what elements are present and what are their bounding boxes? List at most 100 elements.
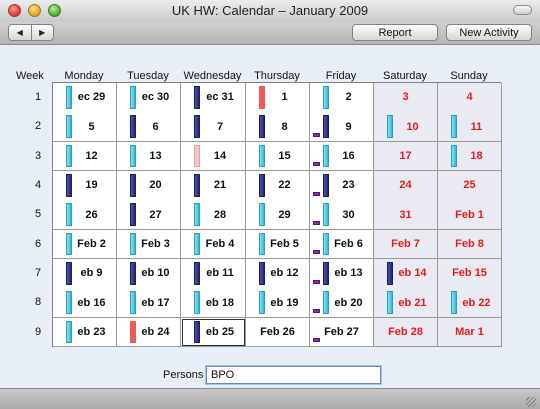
calendar-day-cell[interactable]: eb 16 [53, 288, 117, 319]
calendar-day-cell[interactable]: Feb 27 [310, 317, 374, 348]
calendar-day-cell[interactable]: eb 10 [117, 258, 181, 289]
calendar-day-cell[interactable]: 27 [117, 200, 181, 231]
calendar-day-cell[interactable]: eb 19 [246, 288, 310, 319]
persons-label: Persons [163, 369, 204, 381]
calendar-day-cell[interactable]: 19 [53, 170, 117, 201]
calendar-day-cell[interactable]: Feb 15 [438, 258, 502, 289]
calendar-day-cell[interactable]: Feb 26 [246, 317, 310, 348]
day-date-label: 19 [85, 179, 98, 192]
calendar-day-cell[interactable]: 17 [374, 141, 438, 172]
calendar-day-cell[interactable]: ec 30 [117, 83, 181, 113]
calendar-day-cell[interactable]: ec 29 [53, 83, 117, 113]
calendar-day-cell[interactable]: eb 21 [374, 288, 438, 319]
calendar-day-cell[interactable]: Feb 6 [310, 229, 374, 260]
day-date-label: Feb 8 [455, 238, 484, 251]
day-header-thursday: Thursday [254, 70, 300, 82]
calendar-day-cell[interactable]: 22 [246, 170, 310, 201]
calendar-day-cell[interactable]: eb 9 [53, 258, 117, 289]
calendar-day-cell[interactable]: 30 [310, 200, 374, 231]
calendar-day-cell[interactable]: 29 [246, 200, 310, 231]
calendar-day-cell[interactable]: 13 [117, 141, 181, 172]
calendar-day-cell[interactable]: 6 [117, 112, 181, 143]
calendar-day-cell[interactable]: Feb 28 [374, 317, 438, 348]
calendar-day-cell[interactable]: 26 [53, 200, 117, 231]
calendar-day-cell[interactable]: 5 [53, 112, 117, 143]
day-date-label: 21 [213, 179, 227, 192]
calendar-grid: ec 29 ec 30 ec 31 1 2 3 4 5 6 7 8 9 10 11 12 13 14 15 16 17… [52, 82, 502, 348]
day-date-label: 13 [149, 150, 162, 163]
calendar-day-cell[interactable]: 25 [438, 170, 502, 201]
title-bar[interactable]: UK HW: Calendar – January 2009 [0, 0, 540, 23]
toolbar-toggle-button[interactable] [513, 5, 532, 15]
day-date-label: eb 23 [77, 326, 106, 339]
day-date-label: eb 24 [141, 326, 170, 339]
calendar-day-cell[interactable]: 4 [438, 83, 502, 113]
resize-grip-icon[interactable] [526, 397, 536, 407]
calendar-day-cell[interactable]: 2 [310, 83, 374, 113]
calendar-day-cell[interactable]: eb 22 [438, 288, 502, 319]
calendar-day-cell[interactable]: eb 24 [117, 317, 181, 348]
day-date-label: 8 [281, 120, 288, 133]
day-date-label: 26 [85, 208, 98, 221]
calendar-day-cell[interactable]: 20 [117, 170, 181, 201]
calendar-day-cell[interactable]: 10 [374, 112, 438, 143]
calendar-day-cell[interactable]: 24 [374, 170, 438, 201]
day-date-label: Feb 2 [77, 238, 106, 251]
day-date-label: 25 [463, 179, 476, 192]
calendar-day-cell[interactable]: eb 18 [181, 288, 246, 319]
person-tag-icon [313, 191, 320, 196]
day-date-label: Feb 1 [455, 208, 484, 221]
week-number: 3 [34, 149, 42, 162]
calendar-day-cell[interactable]: 7 [181, 112, 246, 143]
calendar-day-cell[interactable]: 12 [53, 141, 117, 172]
persons-input[interactable] [206, 366, 381, 384]
week-number: 4 [34, 178, 42, 191]
calendar-day-cell[interactable]: eb 14 [374, 258, 438, 289]
calendar-day-cell[interactable]: Feb 7 [374, 229, 438, 260]
person-tag-icon [313, 279, 320, 284]
calendar-day-cell[interactable]: Feb 1 [438, 200, 502, 231]
calendar-day-cell[interactable]: ec 31 [181, 83, 246, 113]
calendar-day-cell[interactable]: 18 [438, 141, 502, 172]
day-date-label: Feb 27 [324, 326, 359, 339]
day-date-label: 11 [470, 120, 483, 133]
person-tag-icon [313, 221, 320, 226]
calendar-day-cell[interactable]: eb 11 [181, 258, 246, 289]
calendar-day-cell[interactable]: 15 [246, 141, 310, 172]
calendar-day-cell[interactable]: 3 [374, 83, 438, 113]
calendar-day-cell[interactable]: 21 [181, 170, 246, 201]
calendar-day-cell[interactable]: Feb 2 [53, 229, 117, 260]
person-tag-icon [313, 162, 320, 167]
calendar-day-cell[interactable]: eb 17 [117, 288, 181, 319]
calendar-day-cell[interactable]: eb 12 [246, 258, 310, 289]
day-header-saturday: Saturday [382, 70, 428, 82]
calendar-day-cell[interactable]: eb 25 [181, 317, 246, 348]
day-date-label: Feb 4 [205, 238, 235, 251]
calendar-day-cell[interactable]: 31 [374, 200, 438, 231]
calendar-day-cell[interactable]: eb 20 [310, 288, 374, 319]
calendar-day-cell[interactable]: Feb 3 [117, 229, 181, 260]
day-date-label: 22 [278, 179, 291, 192]
week-number: 8 [34, 296, 42, 309]
calendar-day-cell[interactable]: 16 [310, 141, 374, 172]
previous-month-button[interactable]: ◀ [9, 25, 31, 40]
calendar-day-cell[interactable]: eb 13 [310, 258, 374, 289]
report-button[interactable]: Report [352, 24, 438, 41]
calendar-day-cell[interactable]: 11 [438, 112, 502, 143]
calendar-day-cell[interactable]: 8 [246, 112, 310, 143]
calendar-day-cell[interactable]: eb 23 [53, 317, 117, 348]
calendar-day-cell[interactable]: Mar 1 [438, 317, 502, 348]
next-month-button[interactable]: ▶ [30, 25, 54, 40]
new-activity-button[interactable]: New Activity [446, 24, 532, 41]
calendar-day-cell[interactable]: Feb 4 [181, 229, 246, 260]
toolbar: ◀ ▶ Report New Activity [0, 22, 540, 45]
day-header-tuesday: Tuesday [127, 70, 169, 82]
calendar-day-cell[interactable]: 23 [310, 170, 374, 201]
calendar-day-cell[interactable]: Feb 8 [438, 229, 502, 260]
calendar-day-cell[interactable]: 9 [310, 112, 374, 143]
calendar-day-cell[interactable]: Feb 5 [246, 229, 310, 260]
day-date-label: 31 [399, 208, 412, 221]
calendar-day-cell[interactable]: 28 [181, 200, 246, 231]
calendar-day-cell[interactable]: 14 [181, 141, 246, 172]
calendar-day-cell[interactable]: 1 [246, 83, 310, 113]
